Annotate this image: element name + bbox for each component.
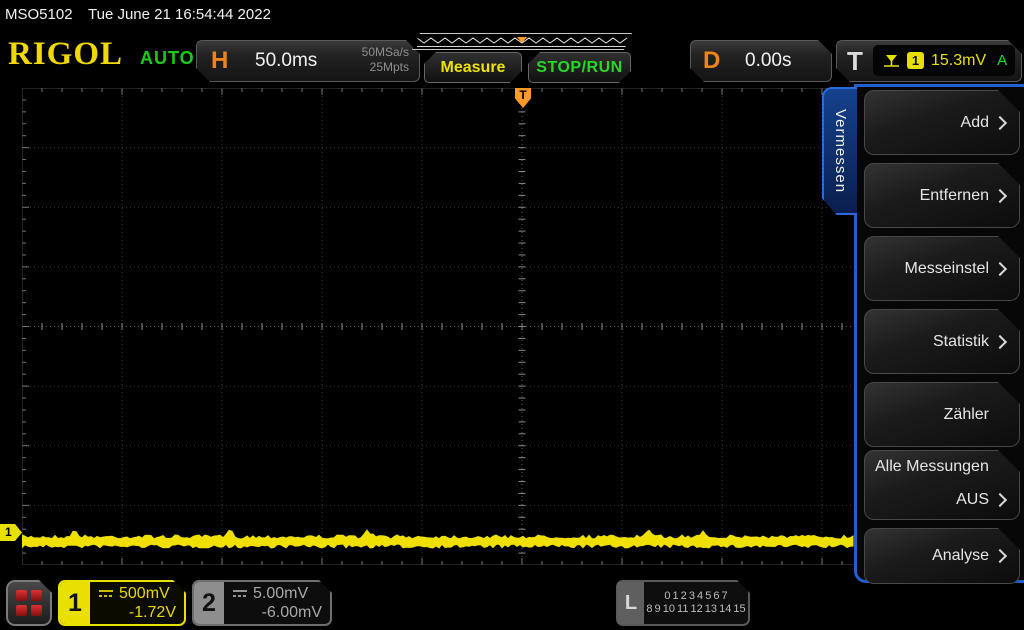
rigol-logo: RIGOL [8,36,123,73]
overview-waveform-icon [413,34,631,49]
delay-label: D [703,47,720,75]
chevron-right-icon [993,493,1007,507]
falling-edge-trigger-icon [883,53,900,68]
channel1-trace [22,88,855,565]
channel1-offset: -1.72V [98,604,176,622]
chevron-right-icon [993,115,1007,129]
logic-channel-numbers: 0 1 2 3 4 5 6 7 8 9 10 11 12 13 14 15 [644,582,748,624]
trigger-source-badge: 1 [907,52,924,69]
channel1-badge: 1 [60,582,90,624]
trigger-block[interactable]: T 1 15.3mV A [836,40,1022,82]
datetime-text: Tue June 21 16:54:44 2022 [88,6,271,23]
menu-item-label: Entfernen [920,187,989,205]
menu-item-label: Zähler [944,406,989,424]
measure-button-label: Measure [441,59,506,77]
chevron-right-icon [993,261,1007,275]
oscilloscope-screen: MSO5102 Tue June 21 16:54:44 2022 RIGOL … [0,0,1024,630]
dc-coupling-icon [98,589,114,598]
menu-item-messeinstel[interactable]: Messeinstel [864,236,1020,301]
chevron-right-icon [993,549,1007,563]
channel1-level-marker[interactable]: 1 [0,524,22,541]
sample-rate: 50MSa/s [362,45,409,60]
sample-rate-memdepth: 50MSa/s 25Mpts [362,45,409,75]
channel2-badge: 2 [194,582,224,624]
channel2-values: 5.00mV -6.00mV [224,582,330,624]
trigger-level-value: 15.3mV [931,52,986,70]
menu-tab-label: Vermessen [832,109,849,193]
timebase-value: 50.0ms [255,50,317,72]
menu-item-label: Statistik [933,333,989,351]
trigger-info: 1 15.3mV A [873,45,1015,76]
measure-button[interactable]: Measure [424,52,522,83]
channel1-scale: 500mV [119,585,170,603]
horizontal-label: H [211,47,228,75]
logic-channels-block[interactable]: L 0 1 2 3 4 5 6 7 8 9 10 11 12 13 14 15 [616,580,750,626]
menu-item-label: Analyse [932,547,989,565]
top-bar: MSO5102 Tue June 21 16:54:44 2022 [0,0,1024,28]
menu-item-statistik[interactable]: Statistik [864,309,1020,374]
menu-item-value: AUS [956,491,989,509]
menu-item-zaehler[interactable]: Zähler [864,382,1020,447]
delay-block[interactable]: D 0.00s [690,40,832,82]
logic-badge: L [618,582,644,624]
channel1-values: 500mV -1.72V [90,582,184,624]
logic-row-8-15: 8 9 10 11 12 13 14 15 [644,603,748,616]
chevron-right-icon [993,188,1007,202]
menu-panel: Add Entfernen Messeinstel Statistik Zähl… [854,84,1024,583]
menu-tab-vermessen[interactable]: Vermessen [822,87,857,215]
model-name: MSO5102 [5,6,73,23]
bottom-bar: 1 500mV -1.72V 2 [0,578,1024,630]
menu-item-label: Alle Messungen [875,458,1005,476]
menu-item-add[interactable]: Add [864,90,1020,155]
delay-value: 0.00s [745,50,791,72]
channel2-offset: -6.00mV [232,604,322,622]
menu-item-label: Messeinstel [905,260,989,278]
waveform-overview-strip[interactable] [412,33,632,50]
trigger-coupling: A [997,52,1007,69]
channel2-scale: 5.00mV [253,585,308,603]
menu-item-alle-messungen[interactable]: Alle Messungen AUS [864,450,1020,520]
menu-item-entfernen[interactable]: Entfernen [864,163,1020,228]
channel2-block[interactable]: 2 5.00mV -6.00mV [192,580,332,626]
memory-depth: 25Mpts [362,60,409,75]
horizontal-settings-block[interactable]: H 50.0ms 50MSa/s 25Mpts [196,40,420,82]
logic-row-0-7: 0 1 2 3 4 5 6 7 [644,590,748,603]
channel1-block[interactable]: 1 500mV -1.72V [58,580,186,626]
stop-run-button-label: STOP/RUN [536,59,622,77]
acquisition-status: AUTO [140,48,195,69]
trigger-label: T [847,46,863,77]
chevron-right-icon [993,334,1007,348]
menu-item-label: Add [961,114,989,132]
dc-coupling-icon [232,589,248,598]
stop-run-button[interactable]: STOP/RUN [528,52,631,83]
windows-grid-icon[interactable] [6,580,52,626]
menu-item-analyse[interactable]: Analyse [864,528,1020,584]
